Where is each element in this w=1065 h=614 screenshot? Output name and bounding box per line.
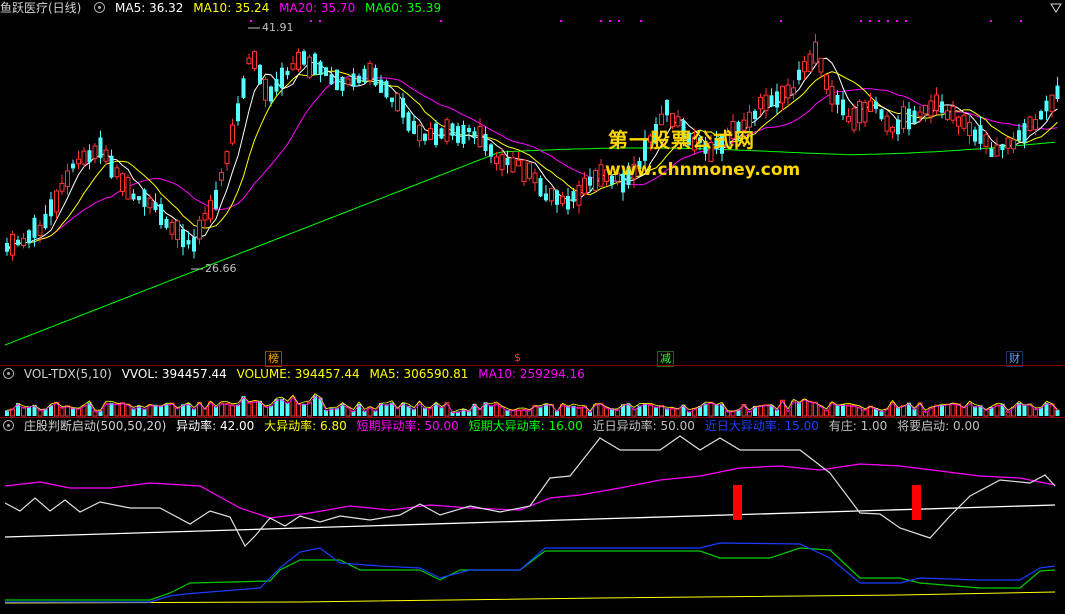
- event-marker-dividend[interactable]: $: [512, 351, 523, 365]
- indicator-chart: [4, 435, 1056, 604]
- price-panel[interactable]: 鱼跃医疗(日线) MA5: 36.32 MA10: 35.24 MA20: 35…: [0, 0, 1065, 367]
- volume-chart: [5, 393, 1060, 417]
- low-price-label: 26.66: [205, 262, 237, 275]
- indicator-panel[interactable]: 庄股判断启动(500,50,20) 异动率: 42.00 大异动率: 6.80 …: [0, 418, 1065, 614]
- watermark-url: www.chnmoney.com: [605, 160, 801, 180]
- signal-dots: [250, 20, 1022, 22]
- signal-bar-2: [912, 485, 921, 520]
- candles: [5, 33, 1060, 261]
- volume-panel[interactable]: VOL-TDX(5,10) VVOL: 394457.44 VOLUME: 39…: [0, 366, 1065, 417]
- yellow-flat-line: [4, 591, 1056, 604]
- high-price-label: 41.91: [262, 21, 294, 34]
- signal-bar-1: [733, 485, 742, 520]
- candlestick-chart: [4, 20, 1060, 346]
- watermark-title: 第一股票公式网: [608, 128, 755, 152]
